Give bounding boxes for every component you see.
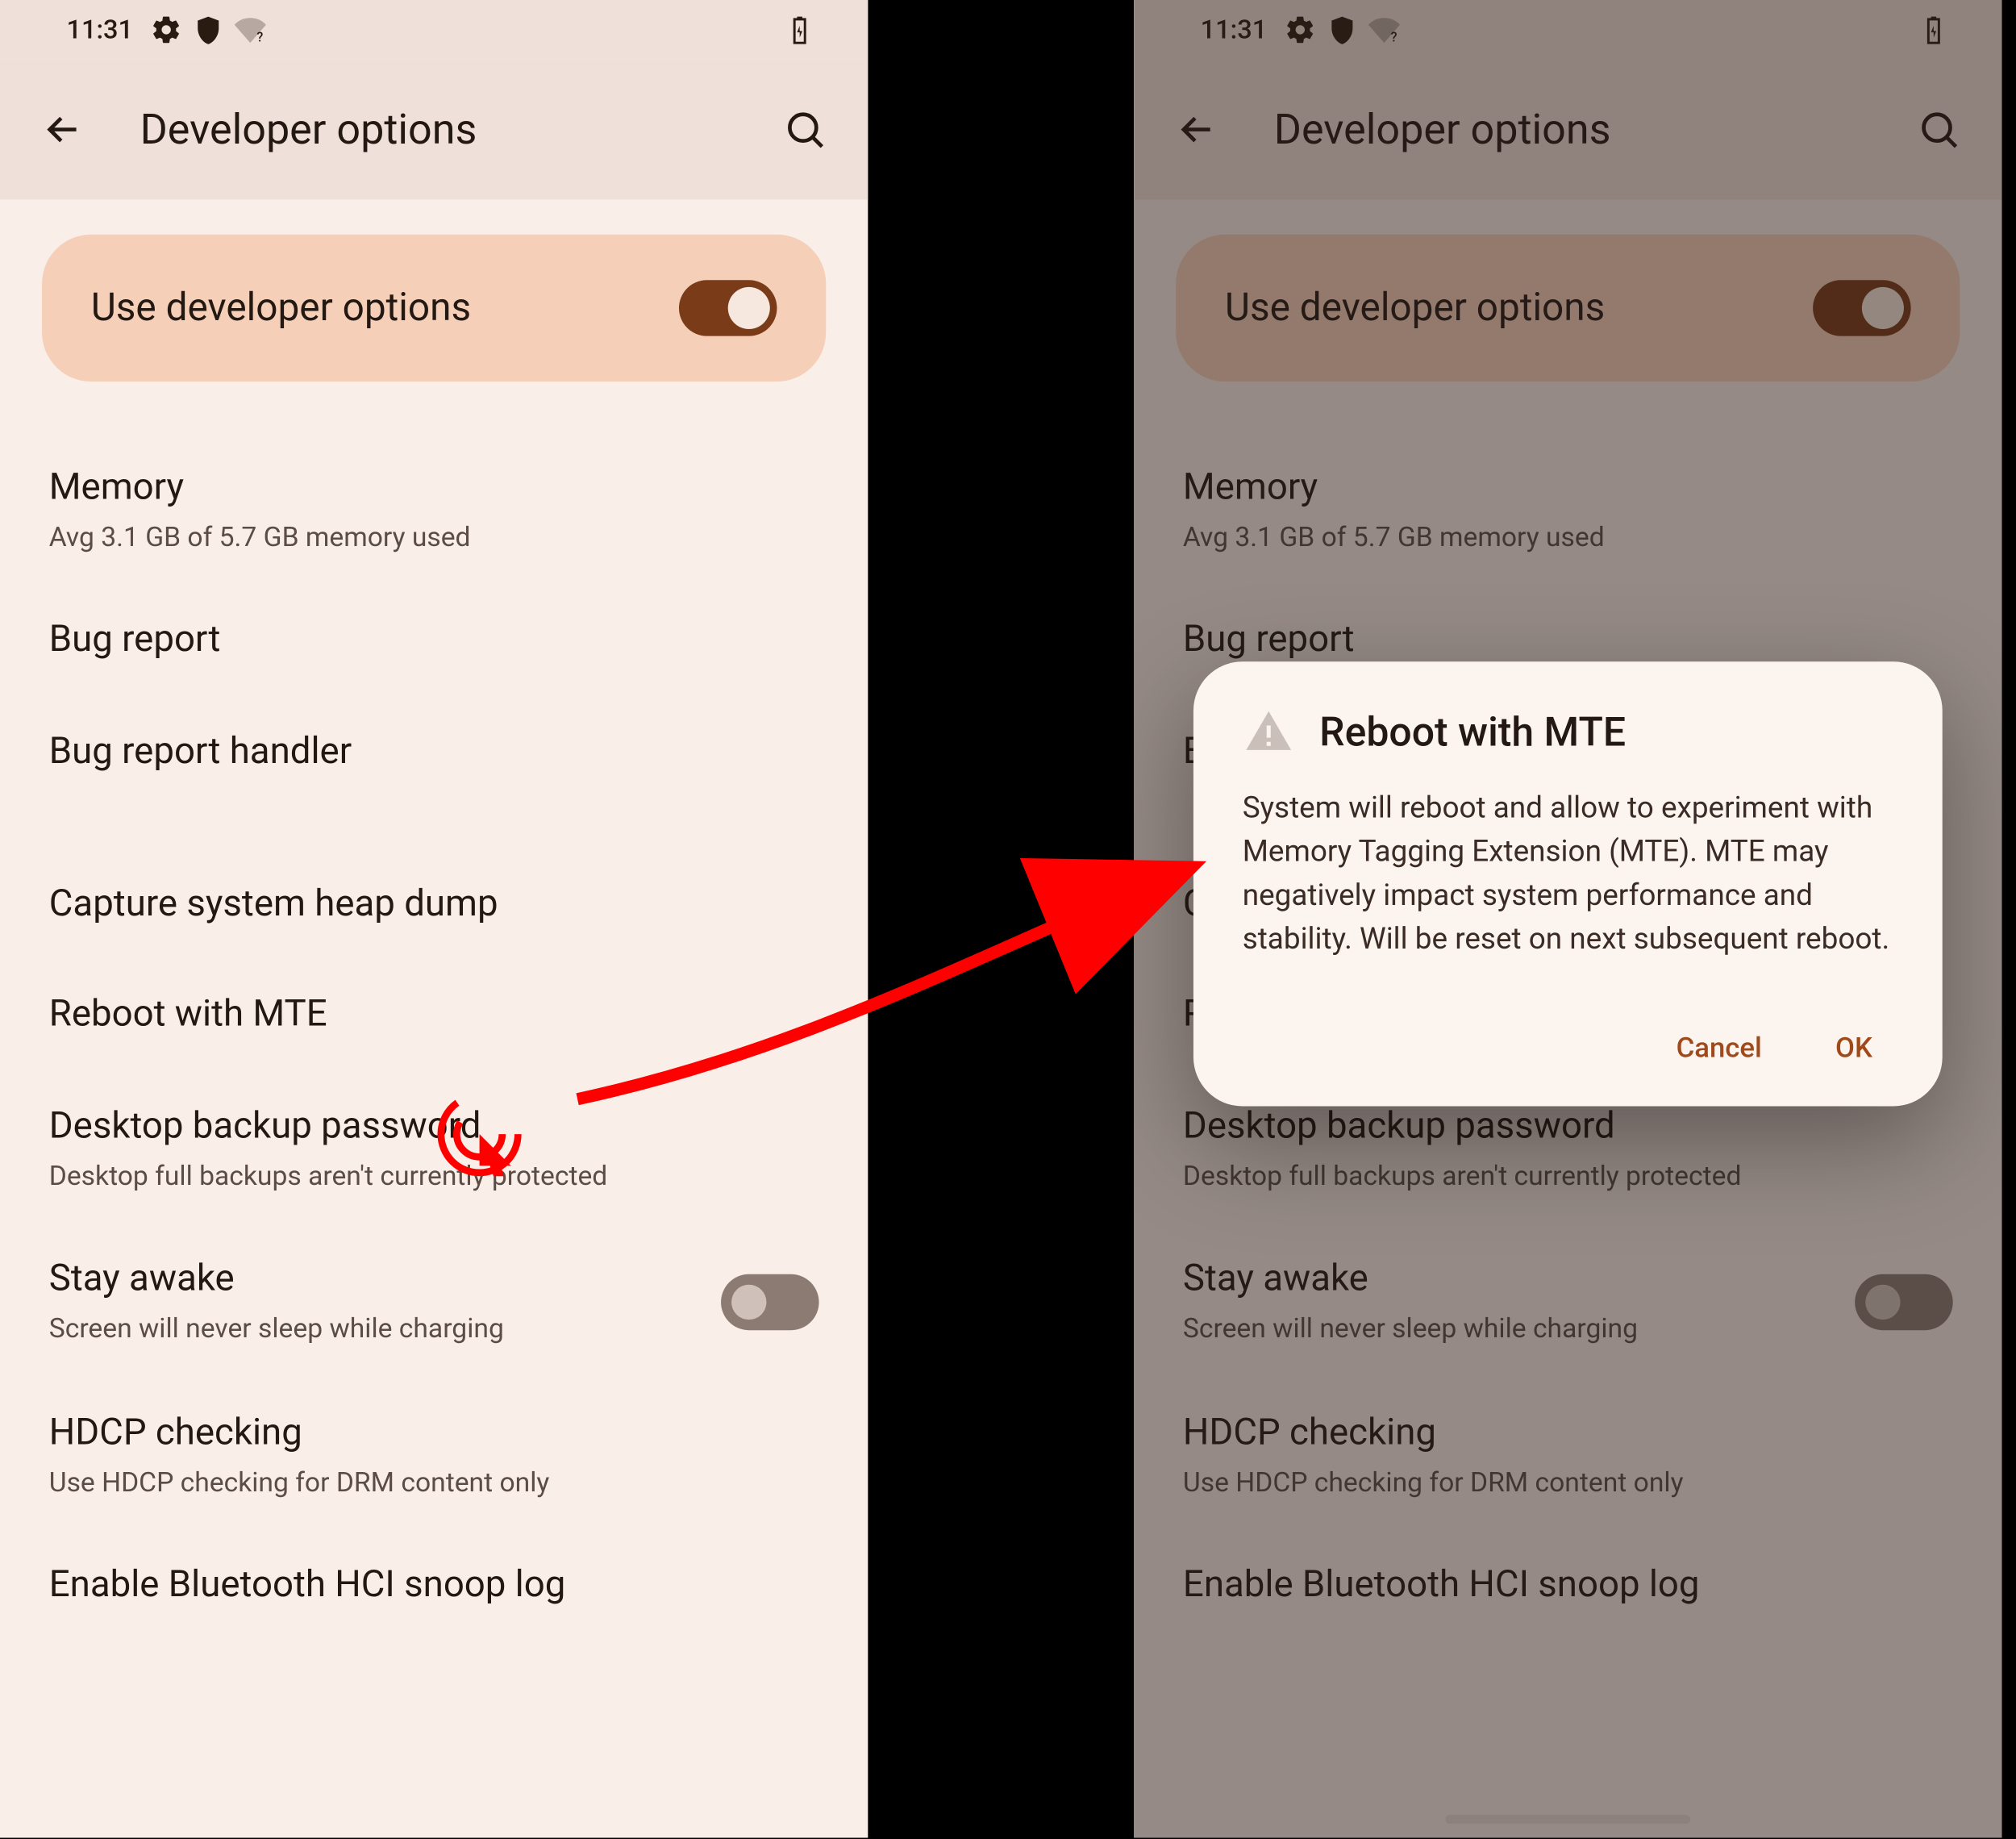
memory-title: Memory	[49, 465, 819, 513]
use-developer-options-label: Use developer options	[91, 286, 679, 330]
status-time: 11:31	[66, 14, 133, 45]
app-bar: Developer options	[0, 60, 868, 200]
stay-awake-subtitle: Screen will never sleep while charging	[49, 1311, 721, 1347]
bug-report-handler-row[interactable]: Bug report handler	[0, 698, 868, 808]
use-developer-options-switch[interactable]	[679, 280, 777, 336]
memory-subtitle: Avg 3.1 GB of 5.7 GB memory used	[49, 520, 819, 556]
warning-icon	[1243, 707, 1295, 757]
back-button[interactable]	[24, 91, 101, 168]
search-icon	[782, 106, 827, 152]
phone-screen-right: 11:31 ? Developer options Use developer …	[1134, 0, 2001, 1838]
hdcp-row[interactable]: HDCP checking Use HDCP checking for DRM …	[0, 1378, 868, 1532]
bug-report-handler-title: Bug report handler	[49, 729, 819, 777]
svg-text:?: ?	[257, 30, 264, 45]
phone-screen-left: 11:31 ? Developer options Use developer …	[0, 0, 868, 1838]
arrow-left-icon	[40, 106, 85, 152]
bt-snoop-row[interactable]: Enable Bluetooth HCI snoop log	[0, 1532, 868, 1642]
cancel-button[interactable]: Cancel	[1669, 1016, 1769, 1078]
settings-list[interactable]: Use developer options Memory Avg 3.1 GB …	[0, 199, 868, 1642]
hdcp-subtitle: Use HDCP checking for DRM content only	[49, 1465, 819, 1500]
reboot-mte-title: Reboot with MTE	[49, 993, 819, 1040]
ok-button[interactable]: OK	[1828, 1016, 1879, 1078]
stay-awake-title: Stay awake	[49, 1257, 721, 1304]
reboot-mte-row[interactable]: Reboot with MTE	[0, 961, 868, 1072]
search-button[interactable]	[766, 91, 843, 168]
bt-snoop-title: Enable Bluetooth HCI snoop log	[49, 1563, 819, 1611]
bug-report-title: Bug report	[49, 619, 819, 666]
stay-awake-row[interactable]: Stay awake Screen will never sleep while…	[0, 1225, 868, 1378]
heap-dump-title: Capture system heap dump	[49, 882, 819, 930]
wifi-icon: ?	[235, 14, 266, 45]
battery-icon	[784, 14, 815, 45]
memory-row[interactable]: Memory Avg 3.1 GB of 5.7 GB memory used	[0, 434, 868, 587]
use-developer-options-row[interactable]: Use developer options	[42, 235, 826, 382]
hdcp-title: HDCP checking	[49, 1410, 819, 1457]
heap-dump-row[interactable]: Capture system heap dump	[0, 851, 868, 961]
bug-report-row[interactable]: Bug report	[0, 587, 868, 698]
reboot-mte-dialog: Reboot with MTE System will reboot and a…	[1193, 661, 1943, 1105]
status-bar: 11:31 ?	[0, 0, 868, 60]
dialog-title: Reboot with MTE	[1319, 708, 1626, 756]
desktop-backup-subtitle: Desktop full backups aren't currently pr…	[49, 1158, 819, 1194]
desktop-backup-row[interactable]: Desktop backup password Desktop full bac…	[0, 1072, 868, 1225]
dialog-body: System will reboot and allow to experime…	[1243, 788, 1893, 964]
desktop-backup-title: Desktop backup password	[49, 1103, 819, 1151]
page-title: Developer options	[140, 105, 767, 154]
stay-awake-switch[interactable]	[721, 1274, 819, 1329]
gear-icon	[151, 14, 182, 45]
shield-icon	[193, 14, 224, 45]
